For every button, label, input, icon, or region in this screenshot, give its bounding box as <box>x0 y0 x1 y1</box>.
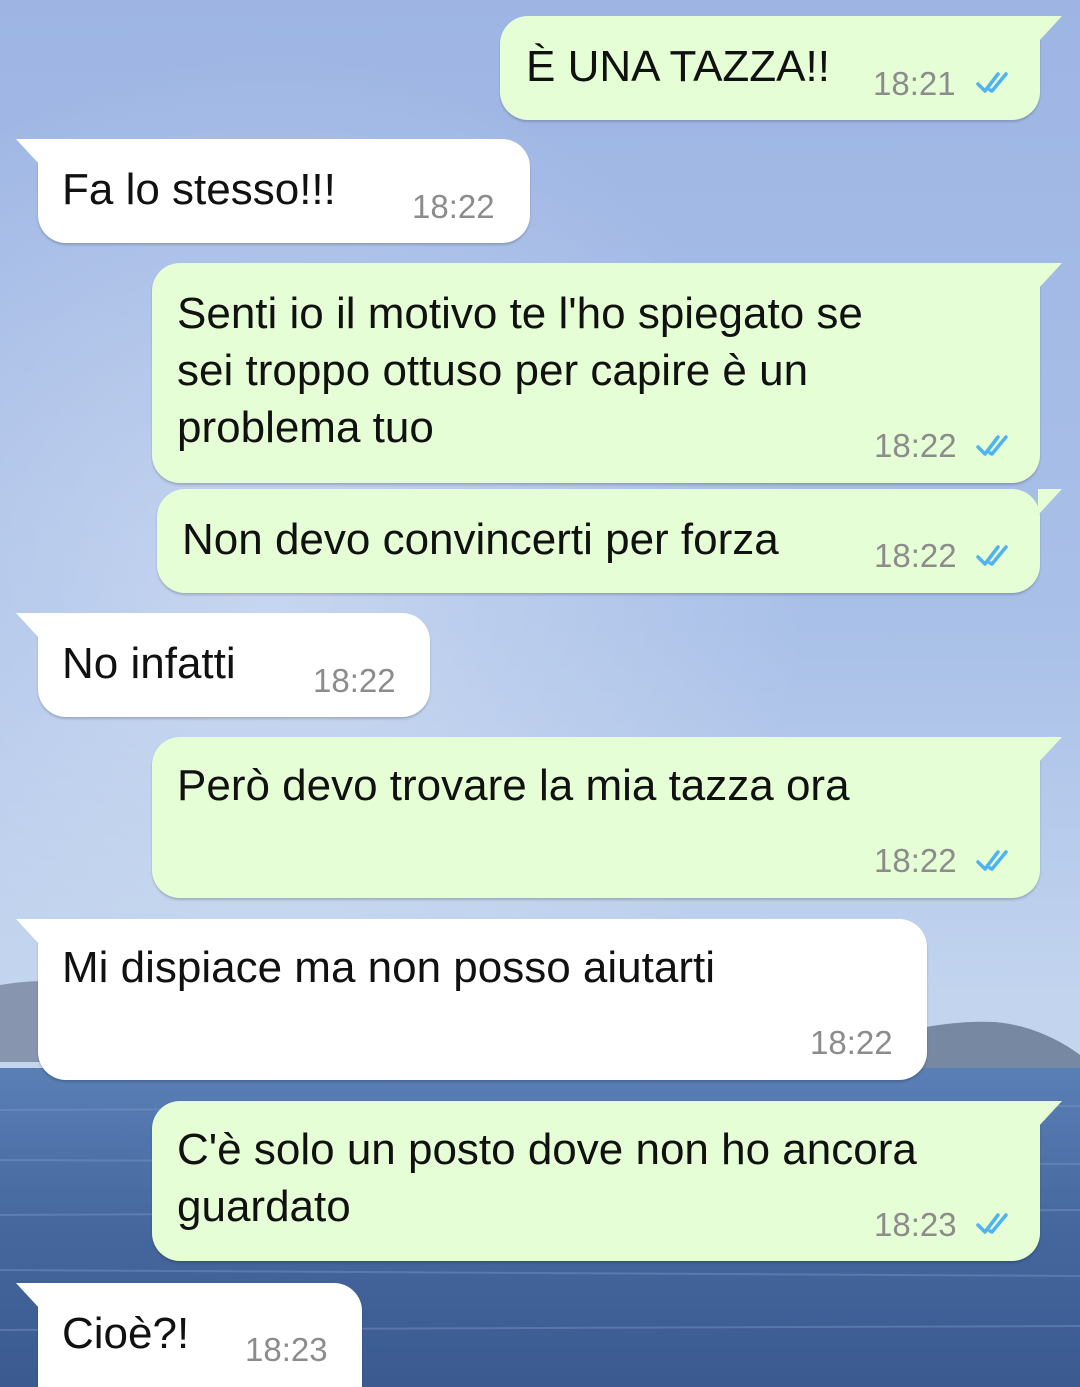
incoming-message[interactable]: Cioè?! 18:23 <box>16 1283 362 1387</box>
message-time: 18:21 <box>873 65 956 102</box>
outgoing-message[interactable]: È UNA TAZZA!! 18:21 <box>500 16 1062 120</box>
message-time: 18:22 <box>874 427 957 464</box>
message-time: 18:22 <box>313 662 396 699</box>
message-text: Però devo trovare la mia tazza ora <box>177 761 850 810</box>
incoming-message[interactable]: Fa lo stesso!!! 18:22 <box>16 139 530 243</box>
incoming-message[interactable]: No infatti 18:22 <box>16 613 430 717</box>
message-text: Senti io il motivo te l'ho spiegato se s… <box>177 289 863 452</box>
double-check-icon <box>976 1213 1008 1234</box>
message-time: 18:22 <box>412 188 495 225</box>
outgoing-message[interactable]: Però devo trovare la mia tazza ora 18:22 <box>152 737 1062 898</box>
double-check-icon <box>976 72 1008 93</box>
message-time: 18:22 <box>810 1024 893 1061</box>
message-time: 18:22 <box>874 842 957 879</box>
message-text: Mi dispiace ma non posso aiutarti <box>62 943 715 992</box>
message-text: C'è solo un posto dove non ho ancora gua… <box>177 1125 917 1231</box>
outgoing-message[interactable]: C'è solo un posto dove non ho ancora gua… <box>152 1101 1062 1261</box>
message-text: È UNA TAZZA!! <box>526 42 830 91</box>
double-check-icon <box>976 850 1008 871</box>
double-check-icon <box>976 545 1008 566</box>
message-time: 18:23 <box>874 1206 957 1243</box>
outgoing-message[interactable]: Non devo convincerti per forza 18:22 <box>157 489 1062 593</box>
incoming-message[interactable]: Mi dispiace ma non posso aiutarti 18:22 <box>16 919 927 1080</box>
message-text: Fa lo stesso!!! <box>62 165 336 214</box>
message-text: Non devo convincerti per forza <box>182 515 779 564</box>
chat-area[interactable]: È UNA TAZZA!! 18:21 Fa lo stesso!!! 18:2… <box>0 0 1080 1387</box>
message-time: 18:23 <box>245 1331 328 1368</box>
message-text: No infatti <box>62 639 236 688</box>
outgoing-message[interactable]: Senti io il motivo te l'ho spiegato se s… <box>152 263 1062 483</box>
message-text: Cioè?! <box>62 1309 190 1358</box>
message-time: 18:22 <box>874 537 957 574</box>
double-check-icon <box>976 435 1008 456</box>
